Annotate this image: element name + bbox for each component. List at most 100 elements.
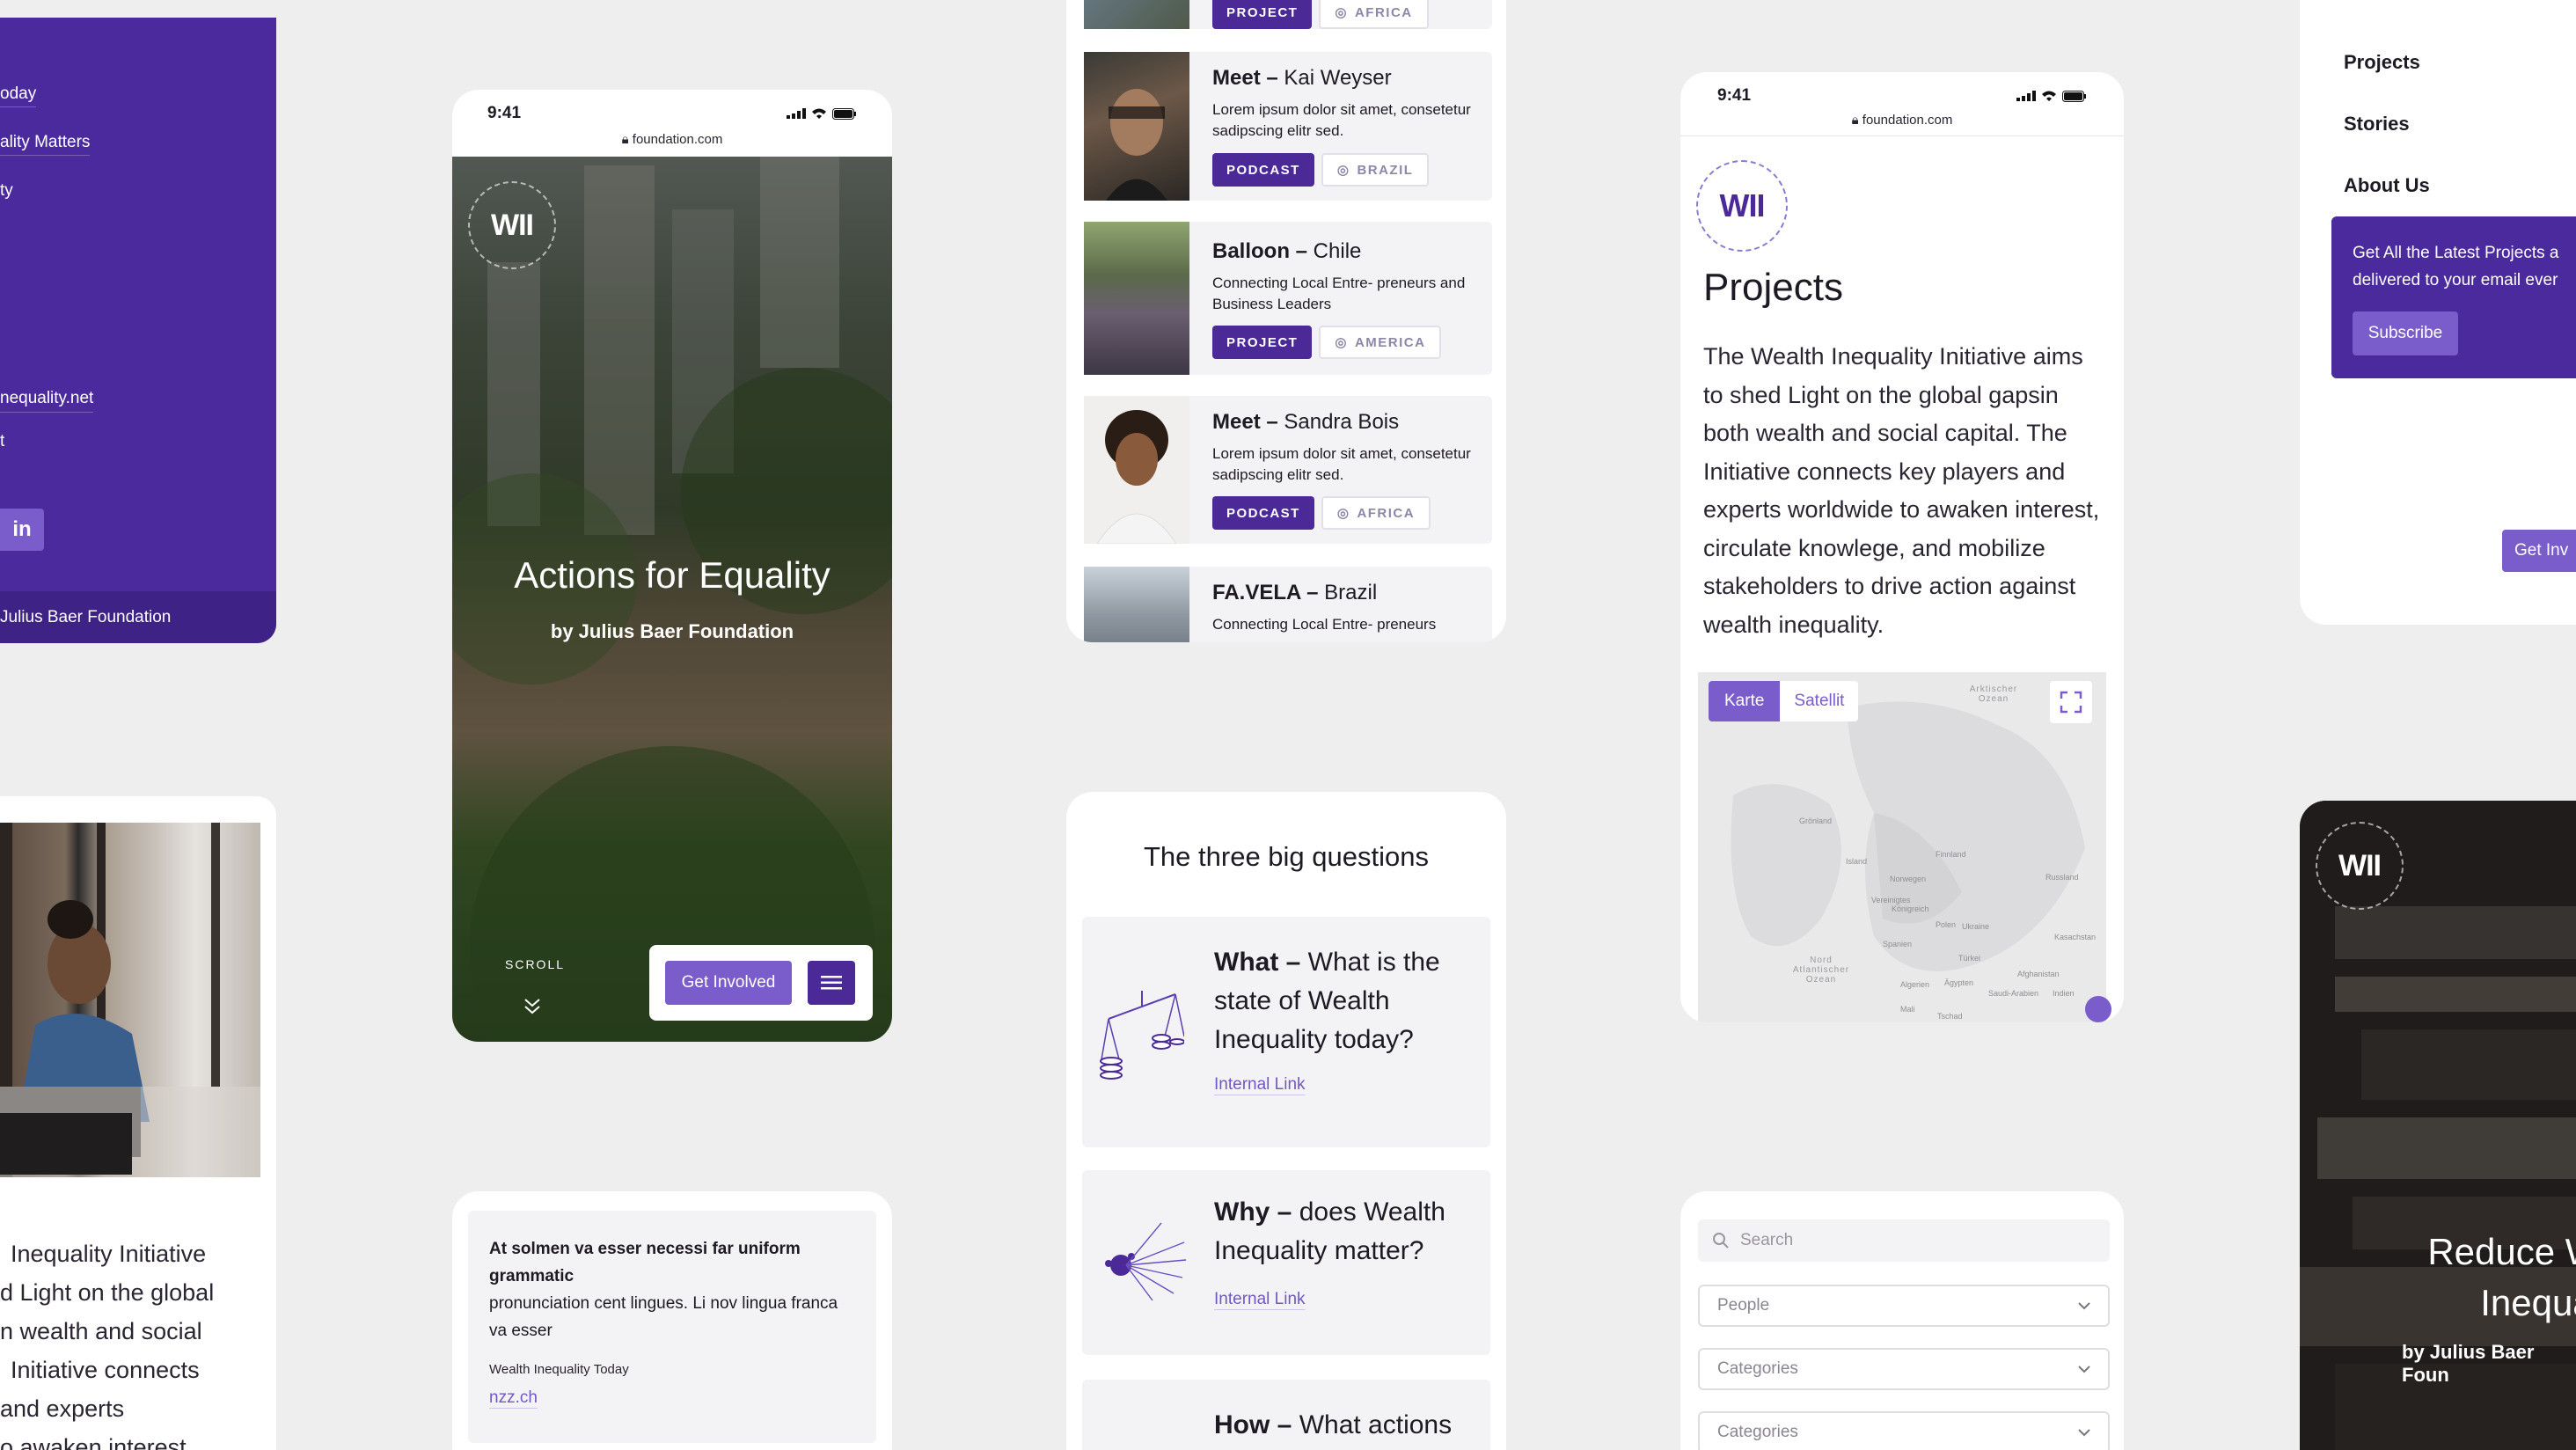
svg-text:Spanien: Spanien [1883, 940, 1912, 948]
story-item[interactable]: Meet – Sandra Bois Lorem ipsum dolor sit… [1084, 396, 1492, 545]
tag-project: PROJECT [1212, 0, 1313, 29]
chevron-down-icon[interactable] [523, 996, 542, 1015]
tag-region: ◎ AFRICA [1319, 0, 1429, 29]
burst-icon [1105, 1222, 1187, 1301]
nav-item-stories[interactable]: Stories [2344, 93, 2430, 155]
battery-icon [2062, 90, 2086, 102]
question-item[interactable]: How – What actions [1082, 1380, 1490, 1450]
story-title-bold: FA.VELA – [1212, 581, 1319, 604]
story-thumb [1084, 0, 1189, 29]
signal-icon [2016, 91, 2036, 101]
wii-logo: WII [2316, 822, 2404, 910]
svg-text:Ukraine: Ukraine [1962, 922, 1989, 931]
filters-card: Search People Categories Categories [1680, 1191, 2124, 1450]
quote-link[interactable]: nzz.ch [489, 1388, 538, 1408]
search-placeholder: Search [1740, 1231, 1794, 1249]
lock-icon: 🔒︎ [621, 132, 629, 147]
wifi-icon [812, 108, 826, 119]
search-icon [1713, 1233, 1729, 1249]
tag-region: ◎ BRAZIL [1321, 153, 1430, 187]
phone-hero: 9:41 🔒︎ foundation.com WII Actions for E… [452, 90, 892, 1042]
fullscreen-button[interactable] [2050, 681, 2092, 723]
projects-phone: 9:41 🔒︎ foundation.com WII Projects The … [1680, 72, 2124, 1022]
question-text: What actions [1292, 1410, 1453, 1439]
tag-region: ◎ AMERICA [1319, 326, 1442, 359]
internal-link[interactable]: Internal Link [1214, 1075, 1306, 1095]
stories-list: PROJECT ◎ AFRICA Meet – Kai Weyser Lorem … [1066, 0, 1506, 642]
menu-link[interactable]: t [0, 432, 93, 451]
subscribe-button[interactable]: Subscribe [2353, 311, 2458, 355]
svg-text:Vereinigtes: Vereinigtes [1871, 896, 1911, 904]
people-select[interactable]: People [1698, 1285, 2110, 1327]
newsletter-text: Get All the Latest Projects a delivered … [2353, 244, 2559, 289]
woman-card-text: d Light on the global [0, 1279, 215, 1306]
svg-text:Kasachstan: Kasachstan [2054, 933, 2096, 941]
quote-source: Wealth Inequality Today [489, 1362, 629, 1377]
status-time: 9:41 [487, 104, 522, 122]
map[interactable]: Grönland Island Finnland Norwegen Vereinigt… [1698, 672, 2111, 1022]
menu-link[interactable]: ty [0, 179, 13, 203]
chevron-down-icon [2078, 1366, 2090, 1373]
nav-item-projects[interactable]: Projects [2344, 32, 2430, 93]
menu-button[interactable] [808, 961, 855, 1005]
search-field[interactable]: Search [1698, 1219, 2110, 1262]
story-title: Kai Weyser [1277, 66, 1392, 90]
svg-text:Grönland: Grönland [1799, 817, 1832, 825]
select-value: Categories [1717, 1359, 1798, 1378]
story-desc: Connecting Local Entre- preneurs [1212, 616, 1437, 633]
question-item[interactable]: Why – does Wealth Inequality matter? Int… [1082, 1170, 1490, 1355]
hero-image [452, 157, 892, 1042]
map-tab-satellit[interactable]: Satellit [1780, 681, 1858, 721]
reduce-card: WII Reduce We Inequalit by Julius Baer F… [2300, 801, 2576, 1450]
nav-item-about[interactable]: About Us [2344, 155, 2430, 216]
story-title: Brazil [1318, 581, 1378, 604]
map-label: Arktischer Ozean [1969, 685, 2018, 704]
hero-subtitle: by Julius Baer Foundation [550, 620, 794, 642]
map-pin[interactable] [2085, 996, 2111, 1022]
reduce-subtitle: by Julius Baer Foun [2402, 1341, 2535, 1386]
map-tab-karte[interactable]: Karte [1709, 681, 1781, 721]
right-nav-card: Projects Stories About Us Get All the La… [2300, 0, 2576, 625]
story-item[interactable]: Balloon – Chile Connecting Local Entre- … [1084, 222, 1492, 375]
menu-panel: oday ality Matters ty nequality.net t in… [0, 18, 276, 643]
story-item[interactable]: Meet – Kai Weyser Lorem ipsum dolor sit … [1084, 52, 1492, 201]
globe-icon: ◎ [1336, 163, 1350, 178]
story-desc: Lorem ipsum dolor sit amet, consetetur s… [1212, 445, 1471, 483]
categories-select[interactable]: Categories [1698, 1411, 2110, 1450]
categories-select[interactable]: Categories [1698, 1348, 2110, 1390]
question-bold: How – [1214, 1410, 1292, 1439]
map-label: Nord Atlantischer Ozean [1792, 956, 1850, 985]
tag-type: PROJECT [1212, 326, 1313, 359]
svg-text:Saudi-Arabien: Saudi-Arabien [1988, 989, 2038, 998]
status-icons [2016, 90, 2087, 102]
story-title-bold: Meet – [1212, 66, 1278, 90]
story-title: Sandra Bois [1277, 410, 1400, 434]
reduce-title: Inequalit [2480, 1282, 2576, 1323]
story-title-bold: Meet – [1212, 410, 1278, 434]
menu-link[interactable]: oday [0, 82, 37, 107]
page-title: Projects [1703, 266, 1843, 309]
fullscreen-icon [2060, 691, 2082, 714]
internal-link[interactable]: Internal Link [1214, 1290, 1306, 1309]
svg-text:Türkei: Türkei [1958, 954, 1980, 963]
story-thumb [1084, 567, 1189, 642]
quote-card: At solmen va esser necessi far uniform g… [452, 1191, 892, 1450]
address-bar[interactable]: foundation.com [633, 132, 723, 147]
svg-text:Polen: Polen [1936, 920, 1956, 929]
svg-text:Königreich: Königreich [1892, 904, 1929, 913]
linkedin-icon: in [12, 517, 32, 541]
svg-text:Ägypten: Ägypten [1944, 978, 1973, 987]
address-bar[interactable]: foundation.com [1862, 113, 1953, 128]
menu-link[interactable]: ality Matters [0, 130, 91, 156]
question-item[interactable]: What – What is the state of Wealth Inequ… [1082, 917, 1490, 1147]
woman-card-text: and experts [0, 1395, 125, 1422]
woman-card-text: o awaken interest [0, 1434, 187, 1450]
story-item[interactable]: FA.VELA – Brazil Connecting Local Entre-… [1084, 567, 1492, 642]
get-involved-button[interactable]: Get Inv [2502, 530, 2576, 572]
svg-text:Tschad: Tschad [1937, 1012, 1963, 1021]
story-title-bold: Balloon – [1212, 239, 1308, 263]
linkedin-button[interactable]: in [0, 509, 44, 551]
woman-card-text: Inequality Initiative [11, 1241, 207, 1267]
menu-link[interactable]: nequality.net [0, 389, 94, 413]
get-involved-button[interactable]: Get Involved [665, 961, 792, 1005]
